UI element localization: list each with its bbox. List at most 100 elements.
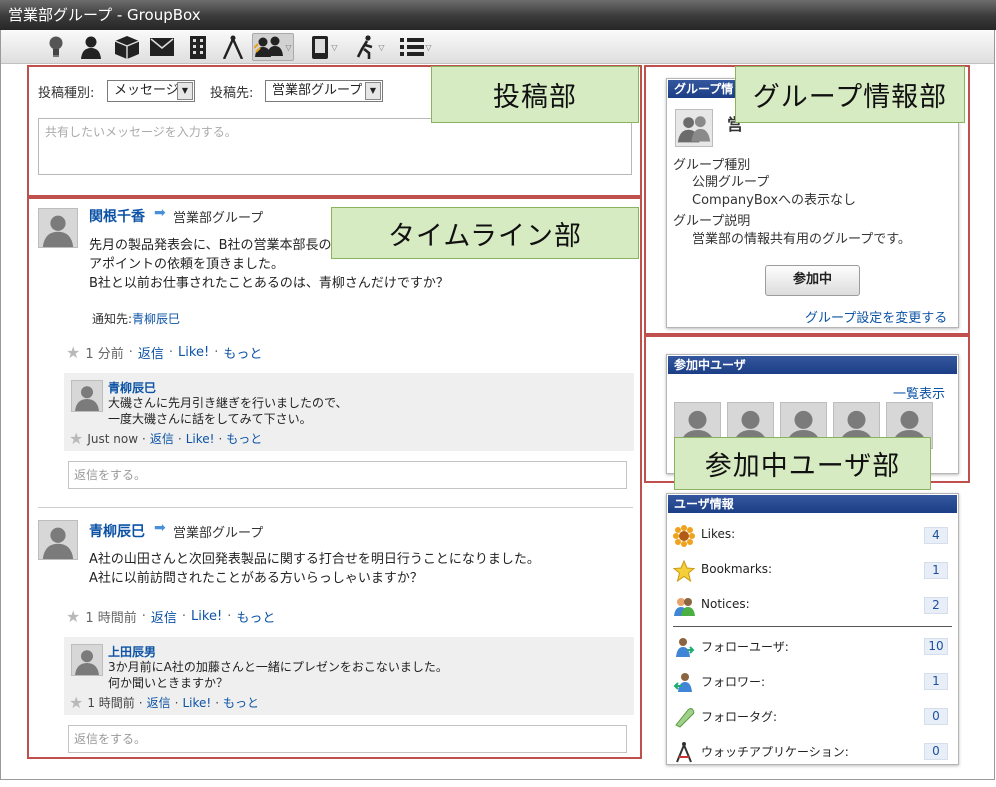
like-link[interactable]: Like! xyxy=(191,609,222,624)
group-display-value: CompanyBoxへの表示なし xyxy=(692,193,857,208)
star-icon[interactable]: ★ xyxy=(69,429,83,448)
like-link[interactable]: Like! xyxy=(178,345,209,360)
stat-label: Bookmarks: xyxy=(701,562,773,576)
callout-compose: 投稿部 xyxy=(431,66,639,123)
lightbulb-icon[interactable] xyxy=(45,33,67,61)
post-dest-value: 営業部グループ xyxy=(272,83,363,98)
reply-time: 1 時間前 xyxy=(87,696,135,710)
more-link[interactable]: もっと xyxy=(223,694,259,711)
post-dest-select[interactable]: 営業部グループ ▼ xyxy=(265,80,383,102)
mobile-icon[interactable]: ▽ xyxy=(303,33,345,61)
post-dest-label: 投稿先: xyxy=(210,86,254,101)
reply-link[interactable]: 返信 xyxy=(151,607,177,626)
stat-count: 10 xyxy=(924,638,948,655)
stat-followers[interactable]: フォロワー: 1 xyxy=(673,668,952,696)
stat-count: 0 xyxy=(924,743,948,760)
box-icon[interactable] xyxy=(113,33,141,61)
stat-count: 1 xyxy=(924,673,948,690)
avatar[interactable] xyxy=(38,520,78,560)
group-desc-label: グループ説明 xyxy=(673,214,751,229)
stat-follow-tags[interactable]: フォロータグ: 0 xyxy=(673,703,952,731)
stat-label: フォローユーザ: xyxy=(701,640,789,654)
mail-icon[interactable] xyxy=(149,33,175,61)
chevron-down-icon: ▽ xyxy=(425,42,432,52)
message-input[interactable]: 共有したいメッセージを入力する。 xyxy=(38,118,632,175)
compass-icon xyxy=(673,741,695,763)
stat-label: フォロワー: xyxy=(701,675,766,689)
post-meta: ★ 1 時間前 · 返信 · Like! · もっと xyxy=(66,607,276,626)
more-link[interactable]: もっと xyxy=(226,430,262,447)
tag-icon xyxy=(673,706,695,728)
reply-link[interactable]: 返信 xyxy=(147,694,171,711)
star-icon[interactable]: ★ xyxy=(66,607,80,626)
stat-follow-users[interactable]: フォローユーザ: 10 xyxy=(673,633,952,661)
post-group[interactable]: 営業部グループ xyxy=(173,207,263,226)
reply-item: 青柳辰巳 大磯さんに先月引き継ぎを行いましたので、 一度大磯さんに話をしてみて下… xyxy=(64,373,634,451)
follow-user-icon xyxy=(673,636,695,658)
stat-count: 2 xyxy=(924,597,948,614)
app-frame: ▽ ▽ ▽ ▽ 投稿種別: メッセージ ▼ 投稿先: 営業部グループ ▼ 共有し… xyxy=(0,30,995,780)
reply-link[interactable]: 返信 xyxy=(150,430,174,447)
run-icon[interactable]: ▽ xyxy=(349,33,391,61)
dropdown-arrow-icon: ▼ xyxy=(365,82,381,100)
stat-bookmarks[interactable]: Bookmarks: 1 xyxy=(673,557,952,585)
star-icon[interactable]: ★ xyxy=(69,693,83,712)
building-icon[interactable] xyxy=(187,33,209,61)
post-type-label: 投稿種別: xyxy=(38,86,95,101)
group-icon[interactable]: ▽ xyxy=(252,33,294,61)
stat-watch-apps[interactable]: ウォッチアプリケーション: 0 xyxy=(673,738,952,766)
group-type-value: 公開グループ xyxy=(692,175,770,190)
post-author[interactable]: 青柳辰巳 xyxy=(89,521,145,541)
reply-input[interactable]: 返信をする。 xyxy=(68,461,627,489)
reply-time: Just now xyxy=(87,431,139,446)
post-meta: ★ 1 分前 · 返信 · Like! · もっと xyxy=(66,343,263,362)
more-link[interactable]: もっと xyxy=(223,343,262,362)
post-time: 1 分前 xyxy=(85,347,124,362)
post-group[interactable]: 営業部グループ xyxy=(173,522,263,541)
members-header: 参加中ユーザ xyxy=(668,356,957,374)
member-list-link[interactable]: 一覧表示 xyxy=(893,383,945,402)
more-link[interactable]: もっと xyxy=(236,607,275,626)
avatar[interactable] xyxy=(71,380,103,412)
callout-group-info: グループ情報部 xyxy=(735,66,965,123)
reply-author[interactable]: 青柳辰巳 xyxy=(108,379,156,396)
stat-notices[interactable]: Notices: 2 xyxy=(673,592,952,620)
group-avatar xyxy=(675,109,713,147)
arrow-right-icon: ➡ xyxy=(154,205,166,221)
stat-label: フォロータグ: xyxy=(701,710,778,724)
reply-link[interactable]: 返信 xyxy=(138,343,164,362)
callout-timeline: タイムライン部 xyxy=(331,207,639,259)
dropdown-arrow-icon: ▼ xyxy=(177,82,193,100)
divider xyxy=(38,507,633,508)
divider xyxy=(673,626,952,627)
group-settings-link[interactable]: グループ設定を変更する xyxy=(805,307,947,326)
chevron-down-icon: ▽ xyxy=(285,42,292,52)
compass-tool-icon[interactable] xyxy=(221,33,245,61)
star-icon xyxy=(673,560,695,582)
user-icon[interactable] xyxy=(79,33,103,61)
stat-label: ウォッチアプリケーション: xyxy=(701,745,849,759)
notify-user-link[interactable]: 青柳辰巳 xyxy=(132,312,180,326)
stat-likes[interactable]: Likes: 4 xyxy=(673,522,952,550)
list-icon[interactable]: ▽ xyxy=(395,33,437,61)
avatar[interactable] xyxy=(71,644,103,676)
post-time: 1 時間前 xyxy=(85,611,137,626)
avatar[interactable] xyxy=(38,208,78,248)
post-body: A社の山田さんと次回発表製品に関する打合せを明日行うことになりました。 A社に以… xyxy=(89,552,540,586)
like-link[interactable]: Like! xyxy=(186,432,215,446)
chevron-down-icon: ▽ xyxy=(378,42,385,52)
stat-label: Likes: xyxy=(701,527,736,541)
reply-author[interactable]: 上田辰男 xyxy=(108,643,156,660)
join-status-button[interactable]: 参加中 xyxy=(765,265,860,296)
people-icon xyxy=(673,595,695,617)
post-type-value: メッセージ xyxy=(114,83,179,98)
post-author[interactable]: 関根千香 xyxy=(89,206,145,226)
reply-meta: ★ Just now · 返信 · Like! · もっと xyxy=(69,429,263,448)
group-desc-value: 営業部の情報共有用のグループです。 xyxy=(692,232,911,247)
reply-item: 上田辰男 3か月前にA社の加藤さんと一緒にプレゼンをおこないました。 何か聞いと… xyxy=(64,637,634,715)
post-type-select[interactable]: メッセージ ▼ xyxy=(107,80,195,102)
like-link[interactable]: Like! xyxy=(182,696,211,710)
star-icon[interactable]: ★ xyxy=(66,343,80,362)
toolbar: ▽ ▽ ▽ ▽ xyxy=(1,30,994,64)
reply-input[interactable]: 返信をする。 xyxy=(68,725,627,753)
